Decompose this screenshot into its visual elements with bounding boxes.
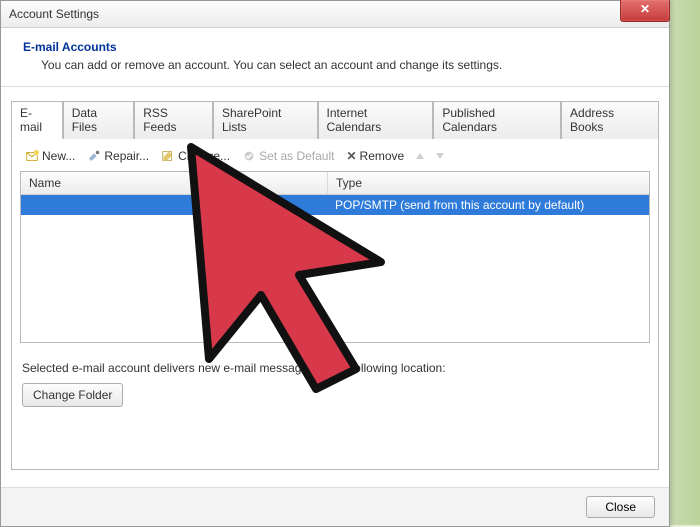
tab-address-books[interactable]: Address Books — [561, 101, 659, 139]
tab-published-calendars[interactable]: Published Calendars — [433, 101, 561, 139]
new-label: New... — [42, 149, 75, 163]
tab-internet-calendars[interactable]: Internet Calendars — [318, 101, 434, 139]
arrow-down-icon — [436, 153, 444, 159]
tab-rss-feeds[interactable]: RSS Feeds — [134, 101, 213, 139]
change-button[interactable]: Change... — [158, 147, 233, 165]
set-default-icon — [242, 149, 256, 163]
new-icon — [25, 149, 39, 163]
tabs: E-mail Data Files RSS Feeds SharePoint L… — [11, 101, 659, 139]
repair-button[interactable]: Repair... — [84, 147, 152, 165]
tab-container: E-mail Data Files RSS Feeds SharePoint L… — [1, 87, 669, 470]
header-title: E-mail Accounts — [23, 40, 651, 54]
close-button[interactable]: Close — [586, 496, 655, 518]
set-default-label: Set as Default — [259, 149, 334, 163]
account-list: Name Type POP/SMTP (send from this accou… — [20, 171, 650, 343]
set-default-button: Set as Default — [239, 147, 337, 165]
footer: Close — [1, 487, 669, 526]
move-down-button[interactable] — [433, 151, 447, 161]
header: E-mail Accounts You can add or remove an… — [1, 28, 669, 87]
repair-icon — [87, 149, 101, 163]
row-type: POP/SMTP (send from this account by defa… — [327, 195, 649, 215]
table-row[interactable]: POP/SMTP (send from this account by defa… — [21, 195, 649, 215]
remove-button[interactable]: ✕ Remove — [343, 147, 407, 165]
account-settings-window: Account Settings ✕ E-mail Accounts You c… — [0, 0, 670, 527]
window-close-button[interactable]: ✕ — [620, 0, 670, 22]
toolbar: New... Repair... Change... Set as Defaul… — [12, 139, 658, 171]
header-desc: You can add or remove an account. You ca… — [41, 58, 651, 72]
tab-email[interactable]: E-mail — [11, 101, 63, 139]
list-header: Name Type — [21, 172, 649, 195]
background-strip — [669, 0, 700, 525]
arrow-up-icon — [416, 153, 424, 159]
below-section: Selected e-mail account delivers new e-m… — [12, 343, 658, 407]
new-button[interactable]: New... — [22, 147, 78, 165]
col-type-header[interactable]: Type — [328, 172, 649, 194]
repair-label: Repair... — [104, 149, 149, 163]
close-icon: ✕ — [640, 2, 650, 16]
tab-sharepoint-lists[interactable]: SharePoint Lists — [213, 101, 318, 139]
remove-label: Remove — [360, 149, 405, 163]
window-title: Account Settings — [9, 7, 99, 21]
remove-icon: ✕ — [346, 149, 356, 163]
tab-data-files[interactable]: Data Files — [63, 101, 135, 139]
move-up-button[interactable] — [413, 151, 427, 161]
col-name-header[interactable]: Name — [21, 172, 328, 194]
change-label: Change... — [178, 149, 230, 163]
tab-panel: New... Repair... Change... Set as Defaul… — [11, 139, 659, 470]
delivery-text: Selected e-mail account delivers new e-m… — [22, 361, 648, 375]
change-icon — [161, 149, 175, 163]
change-folder-button[interactable]: Change Folder — [22, 383, 123, 407]
titlebar: Account Settings ✕ — [1, 1, 669, 28]
row-name — [21, 195, 327, 215]
